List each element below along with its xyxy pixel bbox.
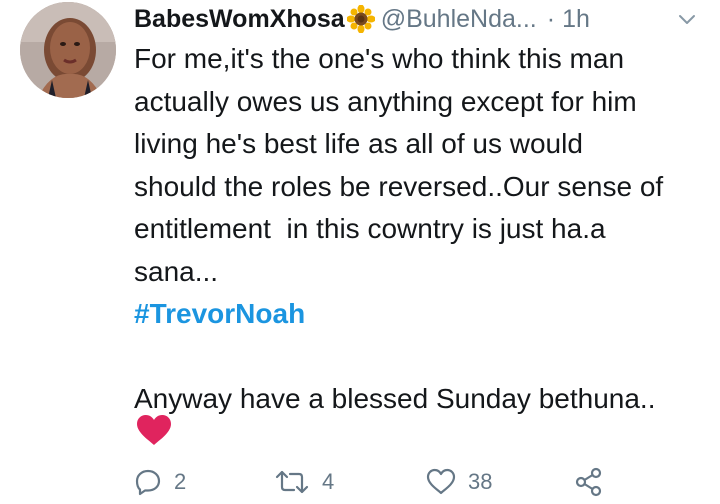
tweet-text-line: Anyway have a blessed Sunday bethuna.. xyxy=(134,383,656,414)
tweet-text-line: living he's best life as all of us would xyxy=(134,128,583,159)
retweet-count: 4 xyxy=(322,469,335,494)
user-handle[interactable]: @BuhleNda... xyxy=(381,5,537,34)
chevron-down-icon[interactable] xyxy=(676,8,698,30)
like-icon xyxy=(426,468,456,496)
tweet-text-line: should the roles be reversed..Our sense … xyxy=(134,170,664,202)
tweet-text: For me,it's the one's who think this man… xyxy=(134,38,694,421)
hashtag-link[interactable]: #TrevorNoah xyxy=(134,293,694,336)
share-button[interactable] xyxy=(574,462,604,502)
sunflower-icon xyxy=(346,4,376,34)
retweet-button[interactable]: 4 xyxy=(274,462,334,502)
reply-button[interactable]: 2 xyxy=(134,462,186,502)
tweet-text-line: For me,it's the one's who think this man xyxy=(134,43,625,74)
timestamp[interactable]: 1h xyxy=(562,5,590,34)
heart-icon xyxy=(136,414,172,446)
like-button[interactable]: 38 xyxy=(426,462,492,502)
tweet-text-line: sana... xyxy=(134,255,219,287)
tweet-card[interactable]: BabesWomXhosa @BuhleNda... · 1h For me,i… xyxy=(0,0,720,504)
reply-count: 2 xyxy=(174,469,187,494)
tweet-header: BabesWomXhosa @BuhleNda... · 1h xyxy=(134,2,704,36)
display-name[interactable]: BabesWomXhosa xyxy=(134,5,345,34)
avatar[interactable] xyxy=(20,2,116,98)
tweet-text-line: actually owes us anything except for him xyxy=(134,85,637,117)
separator-dot: · xyxy=(546,4,556,33)
action-bar: 2 4 38 xyxy=(134,462,704,502)
reply-icon xyxy=(134,468,162,496)
like-count: 38 xyxy=(468,469,493,494)
share-icon xyxy=(574,467,604,497)
tweet-text-line: entitlement in this cowntry is just ha.a xyxy=(134,213,606,244)
retweet-icon xyxy=(274,468,310,496)
